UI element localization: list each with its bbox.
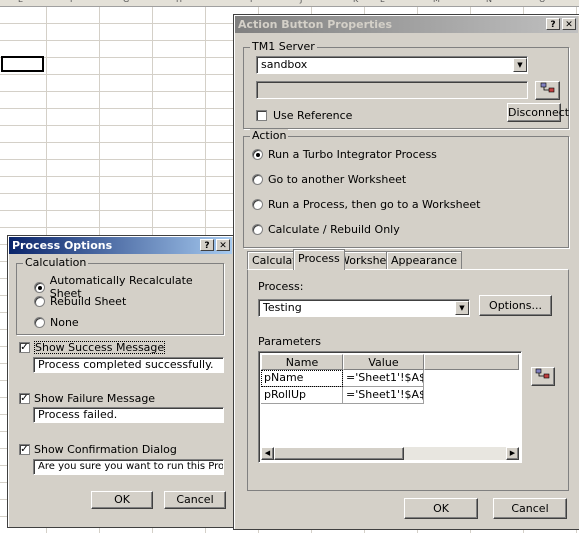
- param-name-cell[interactable]: pName: [261, 370, 343, 387]
- check-icon[interactable]: ✓: [19, 444, 30, 455]
- process-options-titlebar[interactable]: Process Options ? ✕: [9, 237, 232, 254]
- process-label: Process:: [258, 280, 304, 293]
- action-ok-button[interactable]: OK: [404, 498, 478, 519]
- scroll-right-icon[interactable]: ▶: [506, 447, 519, 460]
- column-letter: M: [433, 0, 440, 4]
- parameters-label: Parameters: [258, 335, 321, 348]
- param-header-filler: [424, 354, 519, 370]
- action-cancel-button[interactable]: Cancel: [493, 498, 567, 519]
- calc-radio-none[interactable]: None: [34, 316, 79, 329]
- tab-appearance[interactable]: Appearance: [386, 251, 463, 269]
- action-radio-run-ti[interactable]: Run a Turbo Integrator Process: [252, 148, 437, 161]
- param-edit-button[interactable]: [531, 367, 555, 386]
- radio-button[interactable]: [34, 317, 45, 328]
- column-letter: G: [123, 0, 129, 4]
- action-button-properties-dialog: Action Button Properties ? ✕ TM1 Server …: [233, 14, 579, 530]
- column-letter: N: [486, 0, 492, 4]
- radio-button[interactable]: [252, 199, 263, 210]
- options-button[interactable]: Options...: [479, 295, 552, 316]
- show-failure-row[interactable]: ✓ Show Failure Message: [19, 392, 155, 405]
- reference-field[interactable]: [256, 81, 528, 99]
- action-group: Action Run a Turbo Integrator Process Go…: [243, 129, 569, 248]
- column-header-strip: E F G H I J K L M N O: [0, 0, 579, 7]
- check-icon[interactable]: ✓: [19, 393, 30, 404]
- help-icon[interactable]: ?: [200, 239, 214, 251]
- action-dialog-title: Action Button Properties: [238, 18, 393, 31]
- param-value-cell[interactable]: ='Sheet1'!$A$1: [343, 370, 424, 387]
- column-letter: F: [70, 0, 75, 4]
- scrollbar-thumb[interactable]: [274, 447, 404, 460]
- param-header-name[interactable]: Name: [261, 354, 343, 370]
- radio-button[interactable]: [252, 224, 263, 235]
- process-options-dialog: Process Options ? ✕ Calculation Automati…: [7, 235, 234, 528]
- radio-button[interactable]: [252, 174, 263, 185]
- calc-radio-rebuild[interactable]: Rebuild Sheet: [34, 295, 126, 308]
- calculation-label: Calculation: [23, 256, 89, 269]
- parameters-grid[interactable]: Name Value pName ='Sheet1'!$A$1 pRollUp …: [258, 351, 522, 463]
- tm1-server-group: TM1 Server sandbox ▼ Use Reference Disco…: [243, 40, 569, 129]
- column-letter: K: [353, 0, 358, 4]
- show-confirm-label: Show Confirmation Dialog: [34, 443, 177, 456]
- radio-button[interactable]: [34, 296, 45, 307]
- confirm-message-field[interactable]: Are you sure you want to run this Proces…: [33, 459, 224, 475]
- use-reference-label: Use Reference: [273, 109, 353, 122]
- disconnect-button[interactable]: Disconnect: [507, 103, 569, 122]
- use-reference-checkbox[interactable]: [256, 110, 267, 121]
- scroll-left-icon[interactable]: ◀: [261, 447, 274, 460]
- dropdown-arrow-icon[interactable]: ▼: [455, 301, 469, 315]
- process-options-title: Process Options: [12, 239, 113, 252]
- action-label: Action: [250, 129, 289, 142]
- close-icon[interactable]: ✕: [562, 18, 576, 30]
- process-select[interactable]: Testing: [258, 299, 470, 317]
- process-tab-panel: Process: Testing ▼ Options... Parameters…: [247, 269, 569, 491]
- use-reference-row[interactable]: Use Reference: [256, 109, 352, 122]
- process-options-cancel-button[interactable]: Cancel: [164, 491, 226, 509]
- show-success-label: Show Success Message: [34, 341, 166, 354]
- radio-button[interactable]: [252, 149, 263, 160]
- param-name-cell[interactable]: pRollUp: [261, 387, 343, 404]
- action-radio-goto-worksheet[interactable]: Go to another Worksheet: [252, 173, 406, 186]
- close-icon[interactable]: ✕: [216, 239, 230, 251]
- column-letter: H: [176, 0, 182, 4]
- show-failure-label: Show Failure Message: [34, 392, 156, 405]
- server-browse-button[interactable]: [535, 81, 560, 100]
- process-options-ok-button[interactable]: OK: [91, 491, 153, 509]
- success-message-field[interactable]: Process completed successfully.: [33, 357, 224, 373]
- action-radio-calculate[interactable]: Calculate / Rebuild Only: [252, 223, 400, 236]
- server-browse-icon: [540, 82, 554, 93]
- column-letter: O: [539, 0, 545, 4]
- process-value: Testing: [263, 301, 302, 314]
- dropdown-arrow-icon[interactable]: ▼: [513, 58, 527, 72]
- tab-process[interactable]: Process: [293, 249, 345, 270]
- param-value-cell[interactable]: ='Sheet1'!$A$2: [343, 387, 424, 404]
- server-value: sandbox: [261, 58, 308, 71]
- param-header-value[interactable]: Value: [343, 354, 424, 370]
- column-letter: E: [18, 0, 23, 4]
- horizontal-scrollbar[interactable]: ◀ ▶: [261, 447, 519, 460]
- show-success-row[interactable]: ✓ Show Success Message: [19, 341, 166, 354]
- help-icon[interactable]: ?: [546, 18, 560, 30]
- radio-button[interactable]: [34, 281, 45, 293]
- tab-strip: Calculate Process Worksheet Appearance: [247, 249, 569, 271]
- show-confirm-row[interactable]: ✓ Show Confirmation Dialog: [19, 443, 177, 456]
- column-letter: L: [380, 0, 384, 4]
- failure-message-field[interactable]: Process failed.: [33, 407, 224, 423]
- check-icon[interactable]: ✓: [19, 342, 30, 353]
- column-letter: I: [250, 0, 252, 4]
- server-select[interactable]: sandbox: [256, 56, 528, 74]
- action-radio-run-then-goto[interactable]: Run a Process, then go to a Worksheet: [252, 198, 480, 211]
- tm1-server-label: TM1 Server: [250, 40, 317, 53]
- calculation-group: Calculation Automatically Recalculate Sh…: [16, 256, 224, 335]
- action-dialog-titlebar[interactable]: Action Button Properties ? ✕: [235, 16, 578, 33]
- column-letter: J: [300, 0, 302, 4]
- param-edit-icon: [535, 368, 550, 379]
- active-cell[interactable]: [1, 56, 44, 72]
